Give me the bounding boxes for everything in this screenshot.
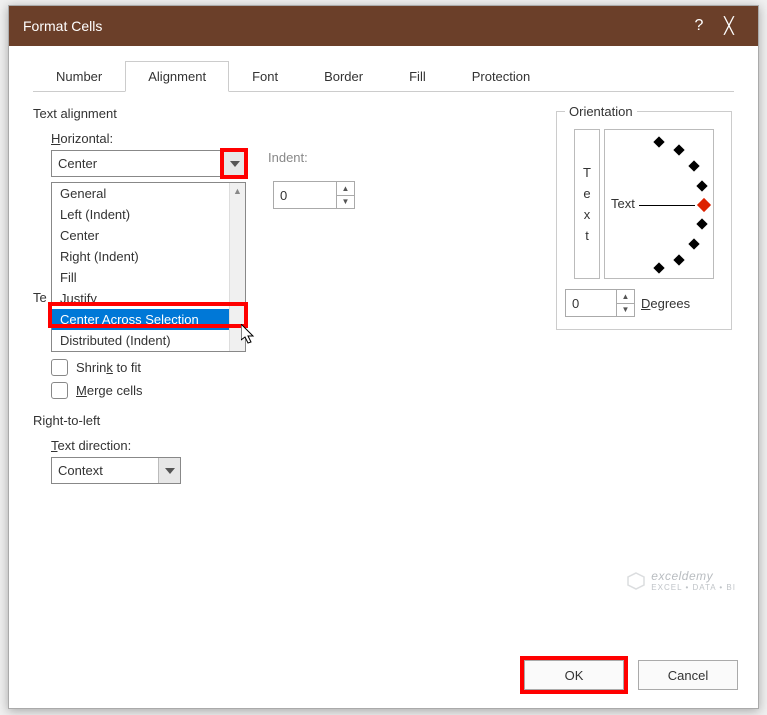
text-direction-select[interactable]: Context: [51, 457, 181, 484]
horizontal-label: Horizontal:: [51, 131, 524, 146]
merge-cells-checkbox[interactable]: [51, 382, 68, 399]
indent-spinner[interactable]: 0 ▲ ▼: [273, 181, 355, 209]
degrees-spinner-down[interactable]: ▼: [617, 304, 634, 317]
title-bar: Format Cells ? ╳: [9, 6, 758, 46]
dial-tick-icon: [653, 262, 664, 273]
dropdown-option-center[interactable]: Center: [52, 225, 229, 246]
horizontal-select-arrow[interactable]: [223, 151, 245, 176]
horizontal-select[interactable]: Center: [51, 150, 246, 177]
scrollbar-up-icon[interactable]: ▲: [230, 183, 245, 199]
orientation-dial-label: Text: [611, 196, 635, 211]
dropdown-option-fill[interactable]: Fill: [52, 267, 229, 288]
dropdown-option-distributed-indent[interactable]: Distributed (Indent): [52, 330, 229, 351]
text-control-partial-label: Te: [33, 290, 47, 305]
degrees-label: Degrees: [641, 296, 690, 311]
orientation-group: Orientation T e x t Text: [556, 104, 732, 330]
indent-spinner-down[interactable]: ▼: [337, 196, 354, 209]
orientation-dial[interactable]: Text: [604, 129, 714, 279]
dial-tick-icon: [653, 136, 664, 147]
right-column: Orientation T e x t Text: [554, 100, 734, 484]
help-icon[interactable]: ?: [684, 17, 714, 35]
cancel-button[interactable]: Cancel: [638, 660, 738, 690]
format-cells-dialog: Format Cells ? ╳ Number Alignment Font B…: [8, 5, 759, 709]
tab-font[interactable]: Font: [229, 61, 301, 92]
text-alignment-group-title: Text alignment: [33, 106, 524, 121]
text-direction-value: Context: [52, 458, 158, 483]
dropdown-option-general[interactable]: General: [52, 183, 229, 204]
watermark: exceldemy EXCEL • DATA • BI: [627, 569, 736, 592]
dial-tick-icon: [696, 218, 707, 229]
shrink-to-fit-checkbox[interactable]: [51, 359, 68, 376]
degrees-spinner-up[interactable]: ▲: [617, 290, 634, 304]
shrink-to-fit-label: Shrink to fit: [76, 360, 141, 375]
close-icon[interactable]: ╳: [714, 16, 744, 36]
merge-cells-label: Merge cells: [76, 383, 142, 398]
dropdown-option-justify[interactable]: Justify: [52, 288, 229, 309]
orientation-dial-line: [639, 205, 695, 206]
orientation-title: Orientation: [565, 104, 637, 119]
indent-group: Indent:: [268, 150, 308, 165]
watermark-logo-icon: [627, 572, 645, 590]
watermark-sub: EXCEL • DATA • BI: [651, 583, 736, 592]
dialog-title: Format Cells: [23, 18, 684, 34]
dial-tick-icon: [673, 254, 684, 265]
rtl-group-title: Right-to-left: [33, 413, 524, 428]
degrees-spinner-btns: ▲ ▼: [616, 290, 634, 316]
dial-tick-icon: [696, 180, 707, 191]
tab-alignment[interactable]: Alignment: [125, 61, 229, 92]
mouse-cursor-icon: [241, 324, 261, 348]
dialog-content: Number Alignment Font Border Fill Protec…: [9, 46, 758, 648]
horizontal-dropdown-list: ▲ General Left (Indent) Center Right (In…: [51, 182, 246, 352]
degrees-value: 0: [566, 290, 616, 316]
degrees-spinner[interactable]: 0 ▲ ▼: [565, 289, 635, 317]
tab-protection[interactable]: Protection: [449, 61, 554, 92]
tab-fill[interactable]: Fill: [386, 61, 449, 92]
text-direction-arrow[interactable]: [158, 458, 180, 483]
tab-border[interactable]: Border: [301, 61, 386, 92]
text-control-group: Shrink to fit Merge cells: [33, 359, 524, 399]
dial-tick-icon: [673, 144, 684, 155]
chevron-down-icon: [230, 161, 240, 167]
dropdown-option-center-across-selection[interactable]: Center Across Selection: [52, 309, 229, 330]
indent-spinner-up[interactable]: ▲: [337, 182, 354, 196]
indent-value: 0: [274, 182, 336, 208]
dial-indicator-icon: [697, 198, 711, 212]
right-to-left-section: Right-to-left Text direction: Context: [33, 413, 524, 484]
orientation-vertical-text[interactable]: T e x t: [574, 129, 600, 279]
horizontal-select-value: Center: [52, 151, 223, 176]
alignment-body: Text alignment Horizontal: Center Indent…: [33, 100, 734, 484]
indent-label: Indent:: [268, 150, 308, 165]
watermark-brand: exceldemy: [651, 569, 713, 583]
text-direction-label: Text direction:: [51, 438, 524, 453]
dropdown-option-right-indent[interactable]: Right (Indent): [52, 246, 229, 267]
ok-button[interactable]: OK: [524, 660, 624, 690]
left-column: Text alignment Horizontal: Center Indent…: [33, 100, 524, 484]
tab-strip: Number Alignment Font Border Fill Protec…: [33, 60, 734, 92]
merge-cells-row[interactable]: Merge cells: [51, 382, 524, 399]
dialog-button-row: OK Cancel: [9, 648, 758, 708]
dial-tick-icon: [688, 160, 699, 171]
dropdown-option-left-indent[interactable]: Left (Indent): [52, 204, 229, 225]
indent-spinner-buttons: ▲ ▼: [336, 182, 354, 208]
shrink-to-fit-row[interactable]: Shrink to fit: [51, 359, 524, 376]
chevron-down-icon: [165, 468, 175, 474]
tab-number[interactable]: Number: [33, 61, 125, 92]
degrees-row: 0 ▲ ▼ Degrees: [565, 289, 723, 317]
dial-tick-icon: [688, 238, 699, 249]
